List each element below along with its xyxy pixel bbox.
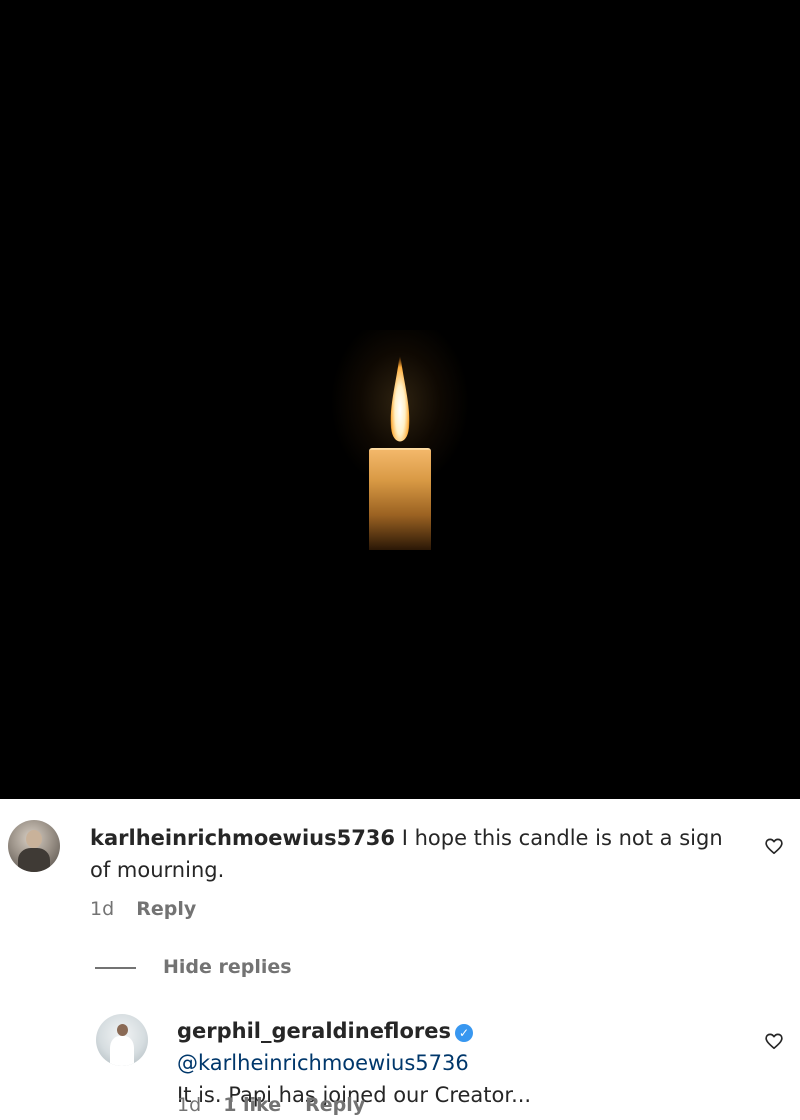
verified-badge-icon: ✓ — [455, 1024, 474, 1042]
reply-likes[interactable]: 1 like — [223, 1094, 281, 1116]
reply-mention[interactable]: @karlheinrichmoewius5736 — [177, 1051, 469, 1075]
comment-meta: 1d Reply — [90, 897, 196, 921]
like-heart-icon[interactable] — [765, 1033, 783, 1050]
reply-username[interactable]: gerphil_geraldineflores — [177, 1019, 451, 1043]
post-image — [0, 0, 800, 799]
hide-replies-divider — [95, 967, 136, 969]
comment-username[interactable]: karlheinrichmoewius5736 — [90, 826, 395, 850]
like-heart-icon[interactable] — [765, 838, 783, 855]
candle-body — [369, 450, 431, 550]
replier-avatar[interactable] — [96, 1014, 148, 1066]
commenter-avatar[interactable] — [8, 820, 60, 872]
hide-replies-button[interactable]: Hide replies — [163, 955, 292, 979]
comment-reply-button[interactable]: Reply — [136, 898, 196, 920]
candle-flame-icon — [390, 352, 410, 442]
reply-reply-button[interactable]: Reply — [305, 1094, 365, 1116]
reply-meta: 1d 1 like Reply — [177, 1093, 365, 1117]
comment-time: 1d — [90, 898, 115, 920]
comment-body: karlheinrichmoewius5736 I hope this cand… — [90, 822, 730, 886]
reply-time: 1d — [177, 1094, 202, 1116]
